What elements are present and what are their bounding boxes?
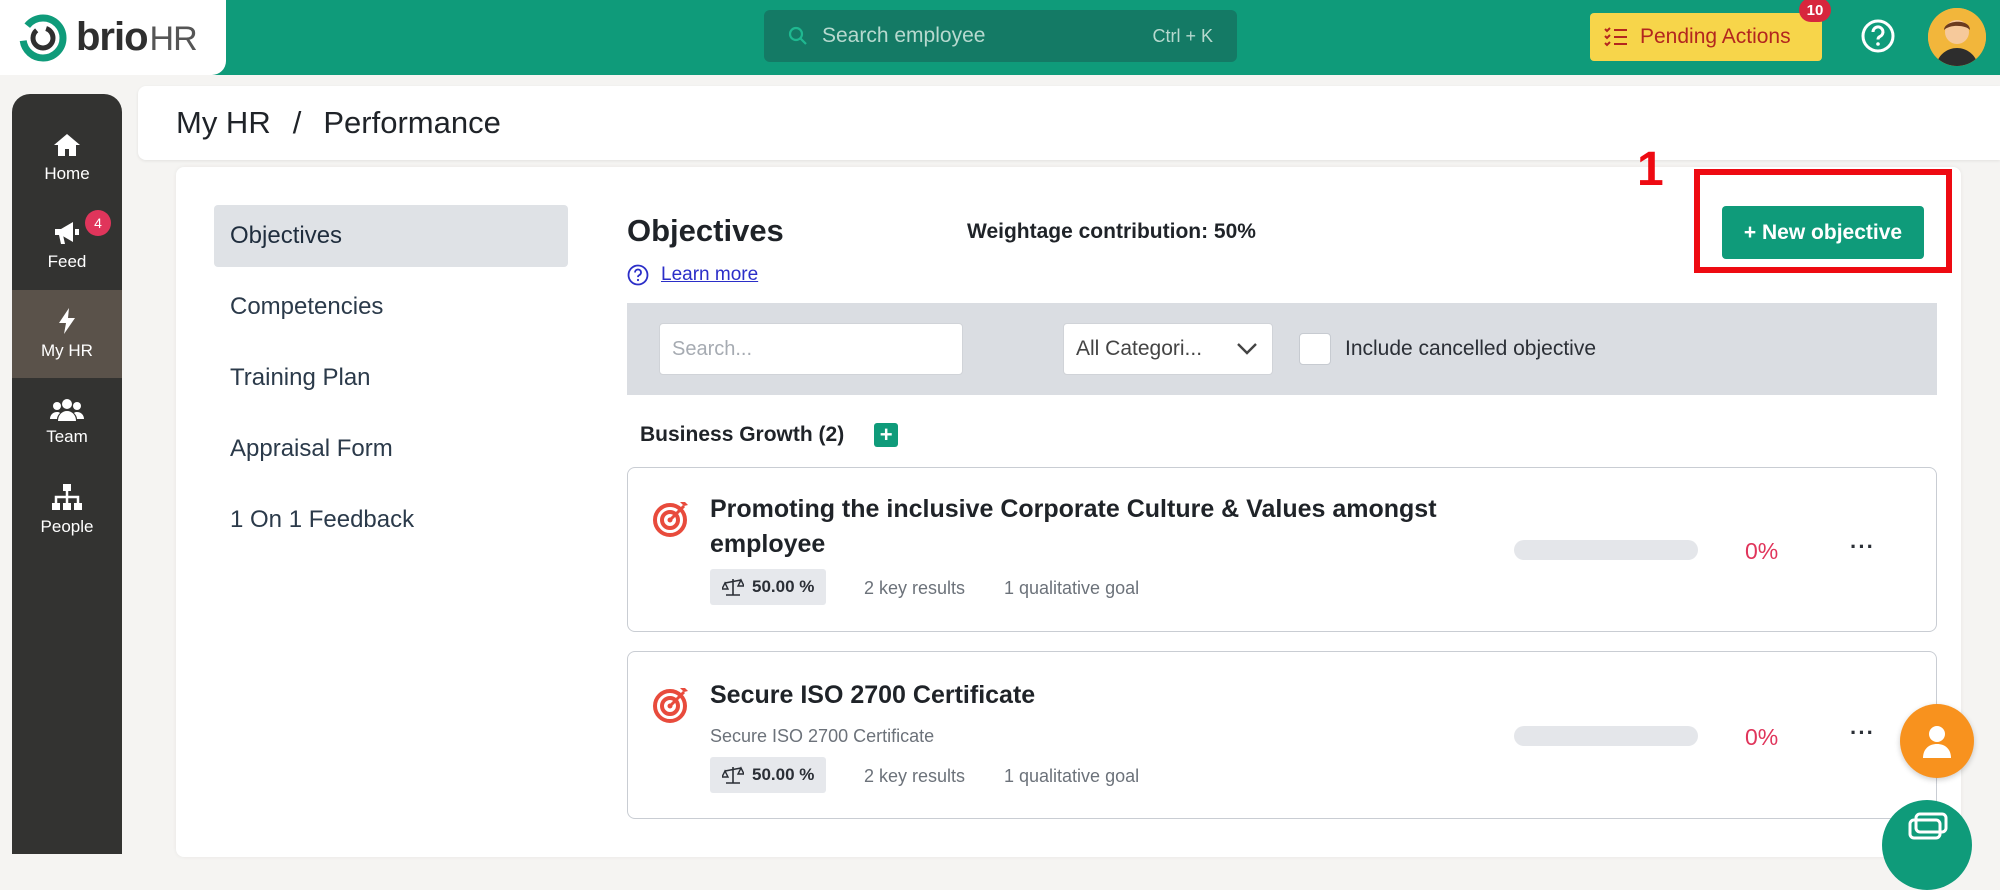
team-icon bbox=[50, 399, 84, 421]
progress-percent: 0% bbox=[1745, 724, 1779, 750]
target-icon bbox=[653, 502, 688, 537]
qualitative-goal-count[interactable]: 1 qualitative goal bbox=[1004, 766, 1139, 787]
org-chart-icon bbox=[52, 484, 82, 510]
weight-chip: 50.00 % bbox=[710, 757, 827, 793]
performance-menu: Objectives Competencies Training Plan Ap… bbox=[214, 205, 568, 560]
objective-title[interactable]: Promoting the inclusive Corporate Cultur… bbox=[710, 492, 1450, 562]
page-title: Objectives bbox=[627, 213, 784, 248]
sidebar-item-label: Home bbox=[44, 164, 90, 183]
menu-item-competencies[interactable]: Competencies bbox=[214, 276, 568, 338]
learn-more-link[interactable]: Learn more bbox=[627, 264, 758, 286]
qualitative-goal-count[interactable]: 1 qualitative goal bbox=[1004, 578, 1139, 599]
include-cancelled-label: Include cancelled objective bbox=[1345, 337, 1596, 360]
weight-value: 50.00 % bbox=[752, 577, 815, 596]
brand-logo[interactable]: brioHR bbox=[0, 0, 226, 75]
sidebar-item-people[interactable]: People bbox=[12, 466, 122, 554]
search-placeholder: Search employee bbox=[822, 24, 986, 47]
sidebar-item-label: My HR bbox=[41, 341, 93, 360]
pending-actions-label: Pending Actions bbox=[1640, 25, 1791, 48]
breadcrumb-separator: / bbox=[292, 105, 302, 140]
pending-count-badge: 10 bbox=[1799, 0, 1831, 22]
main-sidebar: Home Feed 4 My HR Team People bbox=[12, 94, 122, 854]
group-header: Business Growth (2) + bbox=[640, 422, 899, 447]
menu-item-training-plan[interactable]: Training Plan bbox=[214, 347, 568, 409]
chevron-down-icon bbox=[1237, 343, 1257, 355]
home-icon bbox=[54, 134, 80, 156]
weightage-contribution: Weightage contribution: 50% bbox=[967, 220, 1256, 243]
add-to-group-icon[interactable]: + bbox=[874, 422, 899, 447]
key-results-count[interactable]: 2 key results bbox=[864, 766, 965, 787]
objective-title[interactable]: Secure ISO 2700 Certificate bbox=[710, 678, 1450, 713]
new-objective-button[interactable]: + New objective bbox=[1722, 206, 1924, 259]
employee-search[interactable]: Search employee Ctrl + K bbox=[764, 10, 1237, 62]
progress-percent: 0% bbox=[1745, 538, 1779, 564]
target-icon bbox=[653, 688, 688, 723]
objective-card[interactable]: Promoting the inclusive Corporate Cultur… bbox=[627, 467, 1937, 632]
include-cancelled-checkbox[interactable]: Include cancelled objective bbox=[1299, 333, 1596, 365]
sidebar-item-feed[interactable]: Feed 4 bbox=[12, 202, 122, 290]
chat-fab-button[interactable] bbox=[1882, 800, 1972, 890]
weight-value: 50.00 % bbox=[752, 765, 815, 784]
sidebar-item-my-hr[interactable]: My HR bbox=[12, 290, 122, 378]
help-circle-icon bbox=[627, 264, 649, 286]
learn-more-label: Learn more bbox=[661, 264, 759, 285]
breadcrumb-root[interactable]: My HR bbox=[176, 105, 271, 141]
menu-item-appraisal-form[interactable]: Appraisal Form bbox=[214, 418, 568, 480]
sidebar-item-home[interactable]: Home bbox=[12, 114, 122, 202]
group-title: Business Growth (2) bbox=[640, 423, 845, 446]
sidebar-item-label: People bbox=[40, 517, 94, 536]
checkbox-box[interactable] bbox=[1299, 333, 1331, 365]
more-options-icon[interactable]: ··· bbox=[1850, 720, 1875, 746]
objective-subtitle: Secure ISO 2700 Certificate bbox=[710, 726, 935, 746]
annotation-step-number: 1 bbox=[1637, 143, 1664, 196]
chat-icon bbox=[1908, 812, 1948, 840]
megaphone-icon bbox=[55, 222, 79, 244]
scale-icon bbox=[722, 578, 744, 596]
search-shortcut: Ctrl + K bbox=[1152, 25, 1213, 46]
feed-badge: 4 bbox=[85, 210, 111, 236]
avatar-icon bbox=[1928, 8, 1986, 66]
objective-search-input[interactable]: Search... bbox=[659, 323, 963, 375]
person-icon bbox=[1923, 726, 1951, 758]
brand-name: brioHR bbox=[76, 15, 198, 59]
progress-bar bbox=[1514, 540, 1698, 560]
search-icon bbox=[788, 26, 807, 45]
filter-bar: Search... All Categori... Include cancel… bbox=[627, 303, 1937, 395]
scale-icon bbox=[722, 766, 744, 784]
category-select-value: All Categori... bbox=[1076, 337, 1203, 360]
checklist-icon bbox=[1604, 27, 1627, 47]
category-select[interactable]: All Categori... bbox=[1063, 323, 1273, 375]
help-icon[interactable] bbox=[1860, 18, 1896, 54]
sidebar-item-label: Team bbox=[46, 427, 88, 446]
more-options-icon[interactable]: ··· bbox=[1850, 534, 1875, 560]
pending-actions-button[interactable]: Pending Actions bbox=[1590, 13, 1822, 61]
key-results-count[interactable]: 2 key results bbox=[864, 578, 965, 599]
user-avatar[interactable] bbox=[1928, 8, 1986, 66]
progress-bar bbox=[1514, 726, 1698, 746]
sidebar-item-label: Feed bbox=[47, 252, 87, 271]
menu-item-objectives[interactable]: Objectives bbox=[214, 205, 568, 267]
sidebar-item-team[interactable]: Team bbox=[12, 378, 122, 466]
lightning-icon bbox=[59, 308, 75, 334]
objective-card[interactable]: Secure ISO 2700 Certificate Secure ISO 2… bbox=[627, 651, 1937, 819]
menu-item-one-on-one-feedback[interactable]: 1 On 1 Feedback bbox=[214, 489, 568, 551]
weight-chip: 50.00 % bbox=[710, 569, 827, 605]
brio-logo-icon bbox=[19, 14, 67, 61]
breadcrumb-current: Performance bbox=[323, 105, 501, 140]
breadcrumb: My HR / Performance bbox=[138, 86, 2000, 160]
top-bar: brioHR Search employee Ctrl + K Pending … bbox=[0, 0, 2000, 75]
profile-fab-button[interactable] bbox=[1900, 704, 1974, 778]
